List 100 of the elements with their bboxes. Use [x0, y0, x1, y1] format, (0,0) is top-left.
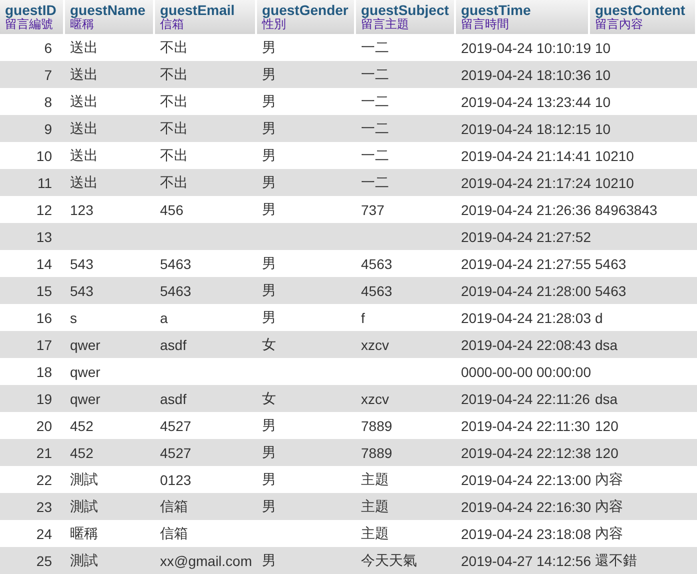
table-cell: 0123 — [160, 472, 192, 488]
table-cell: 信箱 — [160, 524, 188, 540]
table-cell: 2019-04-24 22:16:30 — [461, 498, 591, 514]
table-cell: 暱稱 — [70, 524, 98, 540]
table-cell: 2019-04-24 22:13:00 — [461, 472, 591, 488]
table-cell: 男 — [262, 416, 276, 432]
table-cell: 452 — [70, 444, 94, 460]
table-cell: 2019-04-24 21:26:36 — [461, 202, 591, 218]
table-row[interactable]: 9 送出 不出 男 一二 2019-04-24 18:12:15 10 — [0, 115, 697, 142]
table-cell: 一二 — [361, 92, 389, 108]
table-cell: 543 — [70, 256, 94, 272]
table-cell: 737 — [361, 202, 384, 218]
table-cell: 13 — [36, 228, 52, 244]
table-cell: 7889 — [361, 444, 392, 460]
column-name: guestEmail — [160, 2, 236, 18]
table-cell: 男 — [262, 470, 276, 486]
table-cell: 22 — [36, 472, 52, 488]
table-cell: 2019-04-24 21:17:24 — [461, 174, 591, 190]
table-cell: 543 — [70, 282, 94, 298]
table-cell: 女 — [262, 336, 276, 352]
table-cell: 2019-04-24 21:28:03 — [461, 310, 591, 326]
table-cell: 2019-04-27 14:12:56 — [461, 552, 591, 568]
table-cell: 男 — [262, 254, 276, 270]
column-comment: 暱稱 — [70, 18, 94, 32]
table-cell: 6 — [44, 40, 52, 56]
table-cell: 內容 — [595, 498, 623, 514]
table-cell: 2019-04-24 22:08:43 — [461, 336, 591, 352]
table-row[interactable]: 23 測試 信箱 男 主題 2019-04-24 22:16:30 內容 — [0, 493, 697, 520]
table-cell: 男 — [262, 308, 276, 324]
table-row[interactable]: 21 452 4527 男 7889 2019-04-24 22:12:38 120 — [0, 439, 697, 466]
table-cell: f — [361, 310, 365, 326]
column-name: guestTime — [461, 2, 532, 18]
table-cell: 不出 — [160, 174, 188, 190]
column-name: guestContent — [595, 2, 686, 18]
column-comment: 留言時間 — [461, 18, 509, 32]
table-row[interactable]: 25 測試 xx@gmail.com 男 今天天氣 2019-04-27 14:12:56 還不錯 — [0, 547, 697, 574]
table-cell: 9 — [44, 120, 52, 136]
table-cell: 男 — [262, 200, 276, 216]
table-cell: 10210 — [595, 148, 634, 164]
table-cell: 測試 — [70, 498, 98, 514]
table-cell: 主題 — [361, 498, 389, 514]
table-cell: 10 — [595, 94, 611, 110]
table-cell: 5463 — [595, 256, 626, 272]
table-cell: 2019-04-24 13:23:44 — [461, 94, 591, 110]
column-comment: 留言主題 — [361, 18, 409, 32]
table-cell: 2019-04-24 21:27:52 — [461, 228, 591, 244]
table-cell: 10 — [36, 148, 52, 164]
table-cell: 7889 — [361, 418, 392, 434]
table-cell: 測試 — [70, 470, 98, 486]
table-cell: 5463 — [595, 282, 626, 298]
table-cell: 4527 — [160, 418, 192, 434]
table-cell: 10 — [595, 120, 611, 136]
table-cell: 男 — [262, 444, 276, 460]
table-cell: d — [595, 310, 603, 326]
table-cell: 12 — [36, 202, 52, 218]
column-name: guestName — [70, 2, 146, 18]
column-comment: 留言內容 — [595, 18, 643, 32]
table-row[interactable]: 17 qwer asdf 女 xzcv 2019-04-24 22:08:43 dsa — [0, 331, 697, 358]
table-row[interactable]: 13 2019-04-24 21:27:52 — [0, 223, 697, 250]
table-cell: asdf — [160, 390, 186, 406]
table-cell: xzcv — [361, 336, 389, 352]
table-cell: 不出 — [160, 146, 188, 162]
table-cell: xzcv — [361, 390, 389, 406]
table-cell: qwer — [70, 336, 100, 352]
table-cell: 2019-04-24 21:28:00 — [461, 282, 591, 298]
table-cell: 男 — [262, 92, 276, 108]
table-cell: asdf — [160, 336, 186, 352]
table-cell: 一二 — [361, 38, 389, 54]
table-row[interactable]: 15 543 5463 男 4563 2019-04-24 21:28:00 5463 — [0, 277, 697, 304]
column-name: guestGender — [262, 2, 350, 18]
table-cell: 今天天氣 — [361, 552, 417, 568]
table-cell: xx@gmail.com — [160, 552, 252, 568]
table-cell: 男 — [262, 498, 276, 514]
table-cell: 一二 — [361, 174, 389, 190]
table-cell: s — [70, 310, 77, 326]
table-cell: 送出 — [70, 38, 98, 54]
table-cell: 23 — [36, 498, 52, 514]
table-row[interactable]: 19 qwer asdf 女 xzcv 2019-04-24 22:11:26 dsa — [0, 385, 697, 412]
table-cell: 10 — [595, 40, 611, 56]
table-cell: 8 — [44, 94, 52, 110]
table-row[interactable]: 7 送出 不出 男 一二 2019-04-24 18:10:36 10 — [0, 61, 697, 88]
table-cell: 男 — [262, 120, 276, 136]
table-cell: 內容 — [595, 470, 623, 486]
table-cell: 男 — [262, 66, 276, 82]
column-name: guestID — [5, 2, 58, 18]
table-cell: 2019-04-24 22:12:38 — [461, 444, 591, 460]
table-cell: 送出 — [70, 146, 98, 162]
table-cell: 14 — [36, 256, 52, 272]
table-cell: 84963843 — [595, 202, 658, 218]
table-cell: 120 — [595, 418, 618, 434]
table-cell: 15 — [36, 282, 52, 298]
table-cell: 19 — [36, 390, 52, 406]
table-cell: 不出 — [160, 66, 188, 82]
table-row[interactable]: 11 送出 不出 男 一二 2019-04-24 21:17:24 10210 — [0, 169, 697, 196]
table-cell: 不出 — [160, 38, 188, 54]
table-cell: 男 — [262, 38, 276, 54]
table-cell: 5463 — [160, 256, 192, 272]
table-cell: 2019-04-24 22:11:26 — [461, 390, 590, 406]
table-cell: 一二 — [361, 120, 389, 136]
table-cell: 男 — [262, 174, 276, 190]
